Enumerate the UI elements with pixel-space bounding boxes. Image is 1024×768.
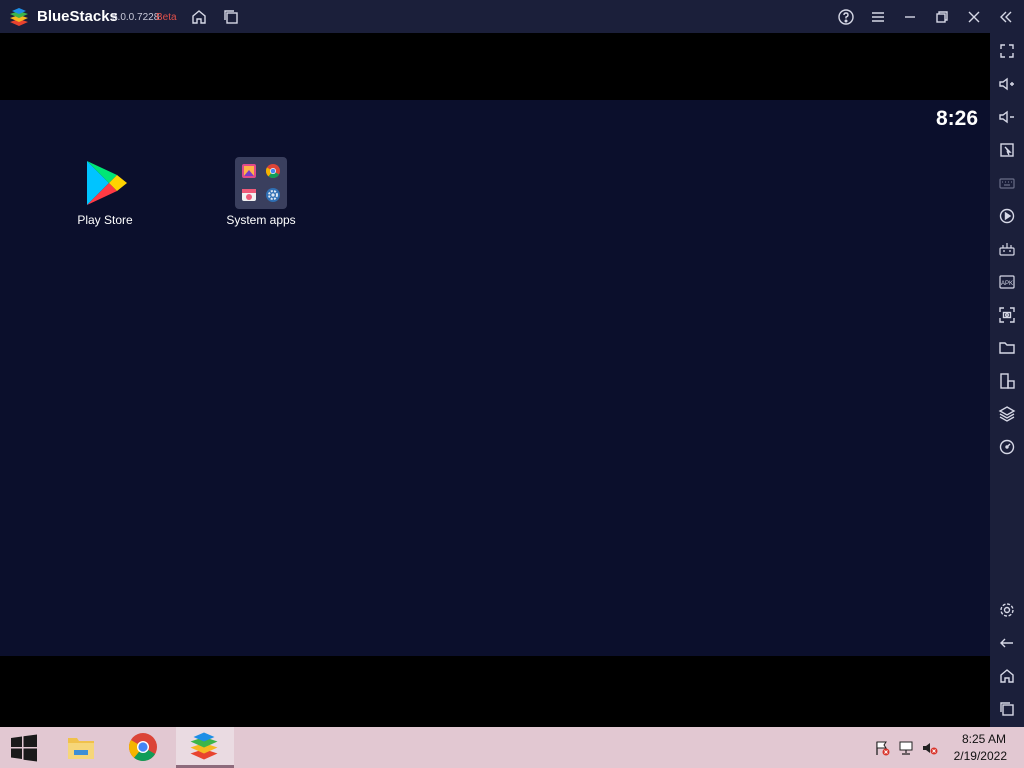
beta-badge: Beta (156, 12, 177, 23)
macro-icon[interactable] (998, 207, 1016, 225)
app-label: Play Store (77, 213, 133, 227)
windows-start-icon[interactable] (0, 727, 56, 768)
multi-instance-icon[interactable] (998, 405, 1016, 423)
volume-muted-icon[interactable] (922, 740, 938, 756)
chrome-icon (265, 164, 280, 178)
home-icon[interactable] (998, 667, 1016, 685)
volume-down-icon[interactable] (998, 108, 1016, 126)
app-version: 5.0.0.7228 (112, 12, 160, 23)
svg-text:APK: APK (1001, 281, 1013, 287)
game-controls-icon[interactable] (998, 240, 1016, 258)
file-explorer-icon[interactable] (56, 727, 112, 768)
chrome-icon[interactable] (115, 727, 171, 768)
recent-apps-icon[interactable] (998, 700, 1016, 718)
letterbox-top (0, 33, 990, 100)
camera-icon (242, 189, 256, 201)
tray-clock-date[interactable]: 2/19/2022 (954, 749, 1007, 763)
tray-clock-time[interactable]: 8:25 AM (962, 732, 1006, 746)
fullscreen-icon[interactable] (998, 42, 1016, 60)
home-icon[interactable] (190, 8, 208, 26)
title-bar: BlueStacks 5.0.0.7228 Beta (0, 0, 1024, 34)
settings-icon (266, 188, 280, 202)
keyboard-icon[interactable] (998, 174, 1016, 192)
action-center-flag-icon[interactable] (874, 740, 890, 756)
screenshot-icon[interactable] (998, 306, 1016, 324)
taskbar: 8:25 AM 2/19/2022 (0, 727, 1024, 768)
app-name: BlueStacks (37, 8, 118, 25)
menu-icon[interactable] (869, 8, 887, 26)
collapse-sidebar-icon[interactable] (997, 8, 1015, 26)
help-icon[interactable] (837, 8, 855, 26)
back-icon[interactable] (998, 634, 1016, 652)
folder-icon (235, 157, 287, 209)
restore-icon[interactable] (933, 8, 951, 26)
volume-up-icon[interactable] (998, 75, 1016, 93)
settings-icon[interactable] (998, 601, 1016, 619)
close-icon[interactable] (965, 8, 983, 26)
pointer-icon[interactable] (998, 141, 1016, 159)
bluestacks-logo-icon (10, 8, 28, 26)
play-store-icon (79, 157, 131, 209)
network-icon[interactable] (898, 740, 914, 756)
android-screen[interactable]: 8:26 Play Store System apps (0, 33, 990, 727)
minimize-icon[interactable] (901, 8, 919, 26)
app-label: System apps (226, 213, 296, 227)
app-play-store[interactable]: Play Store (55, 157, 155, 227)
multi-instance-icon[interactable] (222, 8, 240, 26)
folder-icon[interactable] (998, 339, 1016, 357)
letterbox-bottom (0, 656, 990, 727)
app-system-apps[interactable]: System apps (211, 157, 311, 227)
bluestacks-icon[interactable] (176, 727, 234, 768)
apk-install-icon[interactable]: APK (998, 273, 1016, 291)
rotate-icon[interactable] (998, 372, 1016, 390)
right-sidebar: APK (990, 33, 1024, 727)
gallery-icon (242, 164, 256, 178)
android-clock: 8:26 (935, 107, 978, 130)
eco-mode-icon[interactable] (998, 438, 1016, 456)
